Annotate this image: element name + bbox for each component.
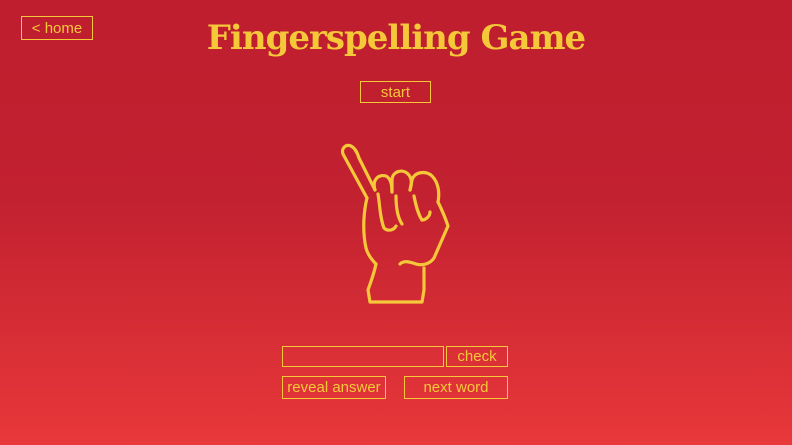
page-title: Fingerspelling Game (206, 18, 586, 58)
answer-input[interactable] (282, 346, 444, 367)
reveal-answer-button[interactable]: reveal answer (282, 376, 386, 399)
start-button[interactable]: start (360, 81, 431, 103)
hand-sign-i-icon (340, 143, 450, 304)
check-button[interactable]: check (446, 346, 508, 367)
next-word-button[interactable]: next word (404, 376, 508, 399)
